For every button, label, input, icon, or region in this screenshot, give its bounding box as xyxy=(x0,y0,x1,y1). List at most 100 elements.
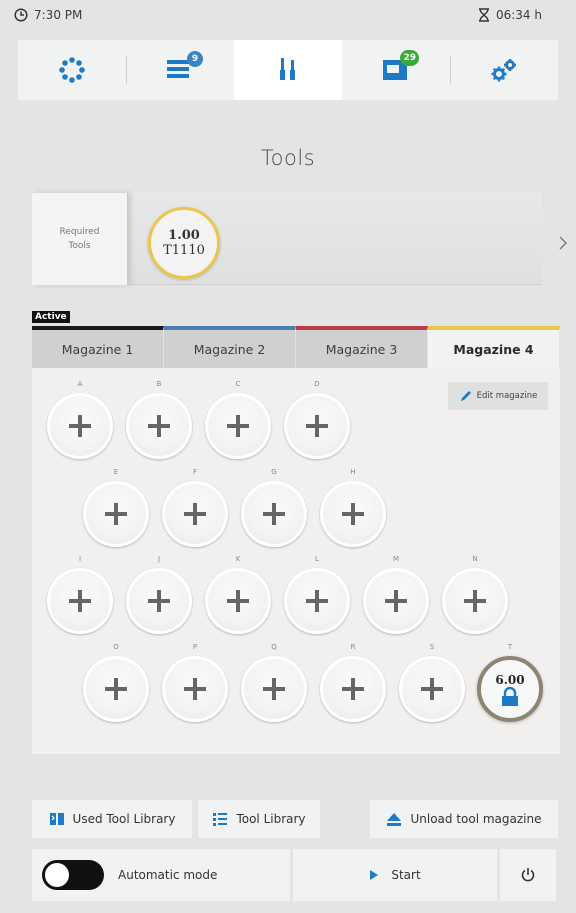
slot-letter: G xyxy=(271,468,277,476)
start-button[interactable]: Start xyxy=(293,849,497,901)
add-tool-button[interactable] xyxy=(126,393,192,459)
automatic-mode-toggle[interactable] xyxy=(42,860,104,890)
tab-magazine-2[interactable]: Magazine 2 xyxy=(164,326,296,368)
add-tool-button[interactable] xyxy=(399,656,465,722)
lock-icon xyxy=(502,687,518,706)
slot-letter: E xyxy=(113,468,119,476)
plus-icon xyxy=(306,415,328,437)
slot-letter: K xyxy=(235,555,241,563)
magazine-slot: M xyxy=(360,555,432,643)
clock-text: 7:30 PM xyxy=(34,8,83,22)
magazine-slot: S xyxy=(396,643,468,731)
slot-tool-value: 6.00 xyxy=(495,673,525,687)
magazine-panel: Edit magazine A B C D E F G H I J K L M N O P Q R S T 6.00 xyxy=(32,368,560,754)
magazine-tabs: Magazine 1 Magazine 2 Magazine 3 Magazin… xyxy=(32,326,560,368)
eject-icon xyxy=(387,813,402,826)
slot-letter: J xyxy=(157,555,161,563)
edit-magazine-button[interactable]: Edit magazine xyxy=(448,382,548,410)
hourglass-icon xyxy=(478,8,489,22)
status-bar: 7:30 PM 06:34 h xyxy=(0,0,548,34)
tab-magazine-1[interactable]: Magazine 1 xyxy=(32,326,164,368)
add-tool-button[interactable] xyxy=(126,568,192,634)
top-navigation: 9 29 xyxy=(18,40,558,100)
edit-magazine-label: Edit magazine xyxy=(476,391,538,401)
magazine-slot: F xyxy=(159,468,231,556)
plus-icon xyxy=(69,415,91,437)
slot-letter: F xyxy=(192,468,198,476)
tab-magazine-3[interactable]: Magazine 3 xyxy=(296,326,428,368)
add-tool-button[interactable] xyxy=(442,568,508,634)
magazine-slot: A xyxy=(44,380,116,468)
required-tool-item[interactable]: 1.00 T1110 xyxy=(148,207,220,279)
add-tool-button[interactable] xyxy=(320,481,386,547)
add-tool-button[interactable] xyxy=(320,656,386,722)
nav-tool-changer[interactable] xyxy=(18,40,126,100)
nav-tools[interactable] xyxy=(234,40,342,100)
page-title: Tools xyxy=(260,146,316,170)
plus-icon xyxy=(184,503,206,525)
nav-settings[interactable] xyxy=(450,40,558,100)
plus-icon xyxy=(342,503,364,525)
slot-letter: H xyxy=(350,468,356,476)
footer-bar: Automatic mode Start xyxy=(32,849,556,901)
magazine-slot: I xyxy=(44,555,116,643)
tool-changer-icon xyxy=(59,57,85,83)
machine-count-badge: 29 xyxy=(400,49,419,66)
plus-icon xyxy=(184,678,206,700)
slot-letter: I xyxy=(78,555,82,563)
magazine-slot: E xyxy=(80,468,152,556)
slot-letter: Q xyxy=(271,643,277,651)
plus-icon xyxy=(306,590,328,612)
used-tool-library-button[interactable]: Used Tool Library xyxy=(32,800,192,838)
plus-icon xyxy=(385,590,407,612)
plus-icon xyxy=(148,415,170,437)
unload-magazine-button[interactable]: Unload tool magazine xyxy=(370,800,558,838)
add-tool-button[interactable] xyxy=(363,568,429,634)
add-tool-button[interactable] xyxy=(284,393,350,459)
loaded-slot-button[interactable]: 6.00 xyxy=(477,656,543,722)
used-tool-library-label: Used Tool Library xyxy=(72,812,176,826)
tool-library-button[interactable]: Tool Library xyxy=(198,800,320,838)
tab-magazine-4[interactable]: Magazine 4 xyxy=(428,326,560,368)
magazine-slot: B xyxy=(123,380,195,468)
required-label-line1: Required xyxy=(59,227,100,237)
slot-letter: B xyxy=(156,380,162,388)
add-tool-button[interactable] xyxy=(205,393,271,459)
start-label: Start xyxy=(391,868,421,882)
add-tool-button[interactable] xyxy=(83,481,149,547)
tool-library-label: Tool Library xyxy=(236,812,306,826)
runtime-display: 06:34 h xyxy=(478,8,542,22)
required-tool-id: T1110 xyxy=(163,243,205,258)
add-tool-button[interactable] xyxy=(47,568,113,634)
plus-icon xyxy=(421,678,443,700)
plus-icon xyxy=(263,503,285,525)
add-tool-button[interactable] xyxy=(284,568,350,634)
nav-job-list[interactable]: 9 xyxy=(126,40,234,100)
magazine-slot: N xyxy=(439,555,511,643)
slot-letter: D xyxy=(314,380,320,388)
add-tool-button[interactable] xyxy=(47,393,113,459)
slot-letter: M xyxy=(392,555,400,563)
add-tool-button[interactable] xyxy=(83,656,149,722)
nav-machine[interactable]: 29 xyxy=(342,40,450,100)
add-tool-button[interactable] xyxy=(241,481,307,547)
slot-letter: C xyxy=(235,380,241,388)
automatic-mode-control: Automatic mode xyxy=(32,849,290,901)
required-label-line2: Tools xyxy=(68,241,91,251)
add-tool-button[interactable] xyxy=(162,481,228,547)
power-button[interactable] xyxy=(500,849,556,901)
chevron-right-icon[interactable] xyxy=(558,235,568,251)
magazine-slot: J xyxy=(123,555,195,643)
add-tool-button[interactable] xyxy=(162,656,228,722)
plus-icon xyxy=(227,415,249,437)
magazine-slot: K xyxy=(202,555,274,643)
magazine-slot: C xyxy=(202,380,274,468)
automatic-mode-label: Automatic mode xyxy=(118,868,218,882)
toggle-knob xyxy=(45,863,69,887)
magazine-slot: R xyxy=(317,643,389,731)
add-tool-button[interactable] xyxy=(241,656,307,722)
magazine-slot: O xyxy=(80,643,152,731)
plus-icon xyxy=(148,590,170,612)
add-tool-button[interactable] xyxy=(205,568,271,634)
magazine-slot: L xyxy=(281,555,353,643)
